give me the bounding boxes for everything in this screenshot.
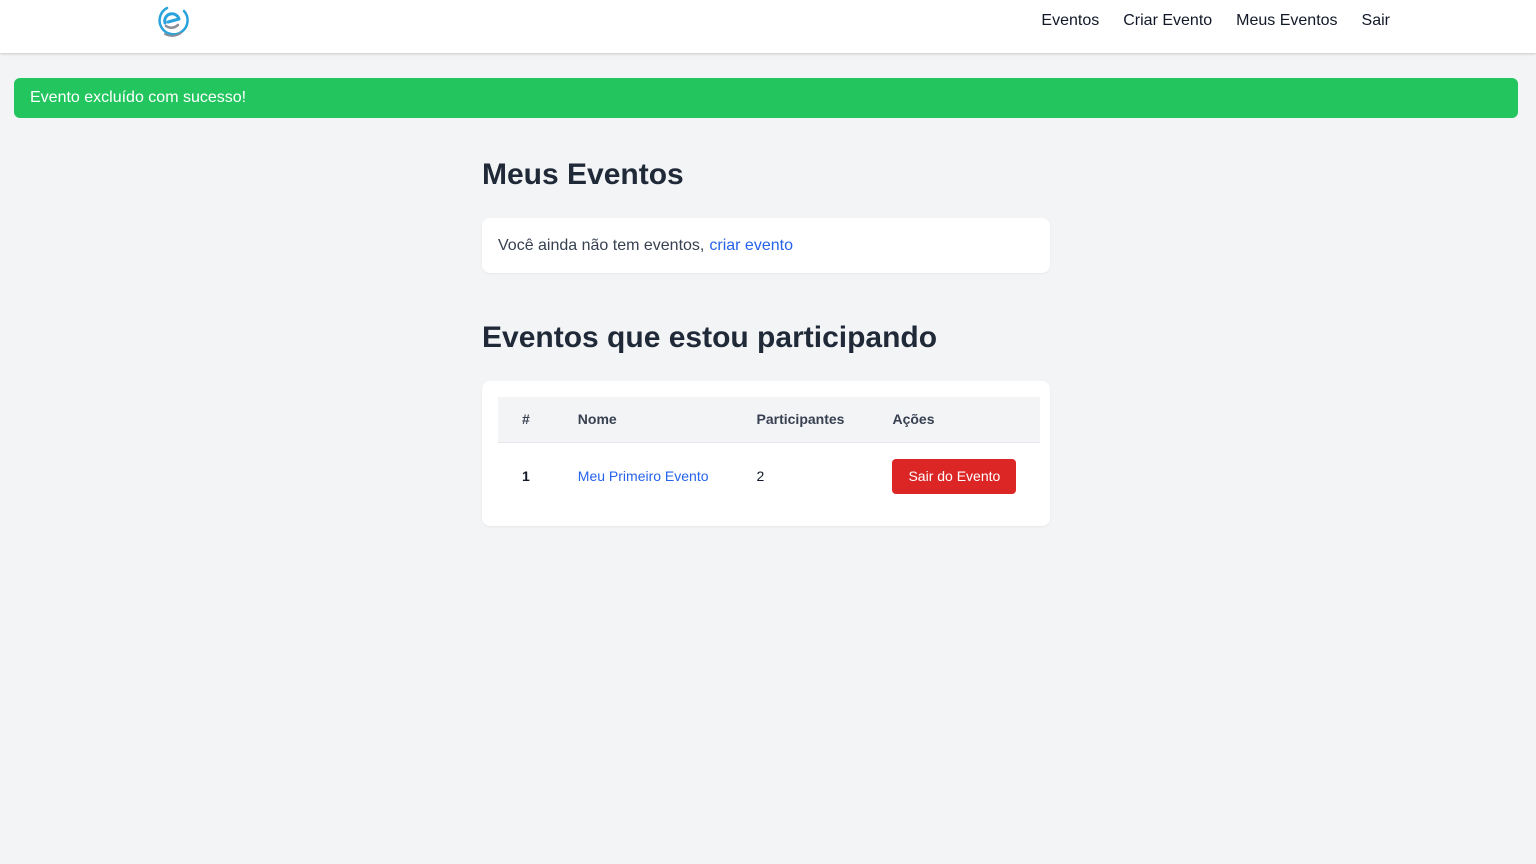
column-header-actions: Ações <box>892 411 935 428</box>
my-events-empty-text: Você ainda não tem eventos, <box>498 236 705 254</box>
row-participants: 2 <box>756 468 765 485</box>
column-header-name: Nome <box>577 411 617 428</box>
column-header-participants: Participantes <box>756 411 845 428</box>
nav-link-criar-evento[interactable]: Criar Evento <box>1123 12 1212 30</box>
table-row: 1 Meu Primeiro Evento 2 Sair do Evento <box>498 442 1040 510</box>
main-nav: Eventos Criar Evento Meus Eventos Sair <box>1041 0 1390 42</box>
participating-events-card: # Nome Participantes Ações 1 Meu Primeir… <box>482 381 1050 526</box>
participating-events-title: Eventos que estou participando <box>482 321 938 354</box>
table-header-row: # Nome Participantes Ações <box>498 397 1041 442</box>
nav-link-sair[interactable]: Sair <box>1362 12 1390 30</box>
create-event-link[interactable]: criar evento <box>709 237 793 255</box>
navbar: Eventos Criar Evento Meus Eventos Sair <box>0 0 1536 53</box>
my-events-title: Meus Eventos <box>482 158 684 191</box>
row-index: 1 <box>522 468 530 485</box>
row-name-cell: Meu Primeiro Evento <box>554 442 733 510</box>
nav-link-meus-eventos[interactable]: Meus Eventos <box>1236 12 1337 30</box>
table-header: # Nome Participantes Ações <box>498 397 1041 442</box>
event-name-link[interactable]: Meu Primeiro Evento <box>578 468 709 484</box>
success-alert-message: Evento excluído com sucesso! <box>30 89 247 106</box>
logo-icon[interactable] <box>155 3 191 39</box>
column-header-index: # <box>522 411 530 428</box>
main-content: Meus Eventos Você ainda não tem eventos,… <box>482 155 1050 526</box>
leave-event-button[interactable]: Sair do Evento <box>892 458 1017 494</box>
my-events-empty-card: Você ainda não tem eventos, criar evento <box>482 218 1050 273</box>
row-actions-cell: Sair do Evento <box>868 442 1040 510</box>
participating-events-table: # Nome Participantes Ações 1 Meu Primeir… <box>498 397 1041 510</box>
success-alert: Evento excluído com sucesso! <box>14 78 1518 118</box>
nav-link-eventos[interactable]: Eventos <box>1041 12 1099 30</box>
table-body: 1 Meu Primeiro Evento 2 Sair do Evento <box>498 442 1040 510</box>
